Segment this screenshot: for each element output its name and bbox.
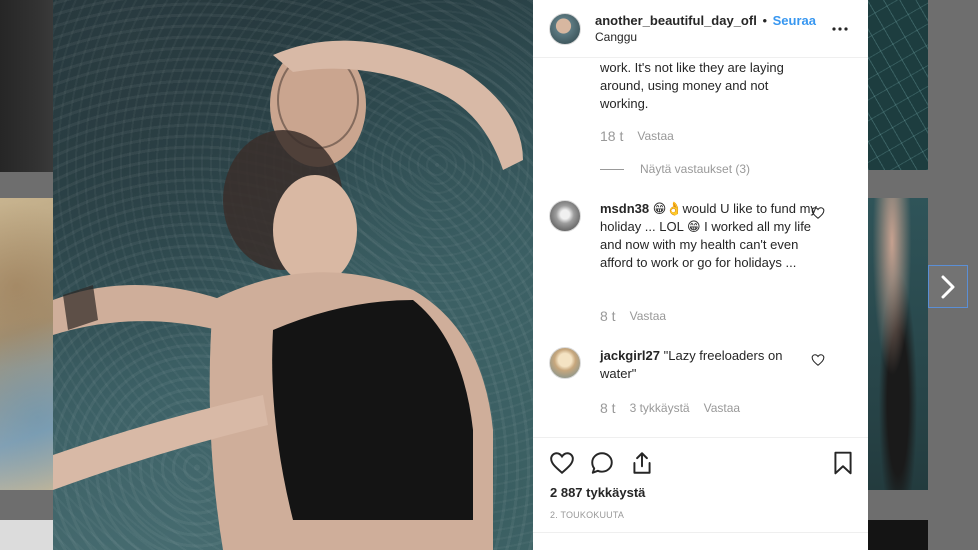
post-photo[interactable] <box>53 0 533 550</box>
commenter-username[interactable]: jackgirl27 <box>600 348 660 363</box>
comment-like-heart-icon[interactable] <box>811 206 825 220</box>
comments-list[interactable]: work. It's not like they are laying arou… <box>533 59 868 437</box>
share-icon[interactable] <box>629 450 655 476</box>
commenter-avatar[interactable] <box>549 347 581 379</box>
next-post-button[interactable] <box>928 265 968 308</box>
reply-button[interactable]: Vastaa <box>704 401 740 415</box>
separator-dot: • <box>762 12 767 28</box>
commenter-username[interactable]: msdn38 <box>600 201 649 216</box>
view-replies-label[interactable]: Näytä vastaukset (3) <box>640 162 750 176</box>
view-replies-line <box>600 168 624 170</box>
reply-button[interactable]: Vastaa <box>637 129 673 143</box>
reply-button[interactable]: Vastaa <box>630 309 666 323</box>
chevron-right-icon <box>941 275 955 298</box>
reply-comment-text: work. It's not like they are laying arou… <box>600 60 784 111</box>
likes-count[interactable]: 2 887 tykkäystä <box>550 485 645 500</box>
comment-time[interactable]: 8 t <box>600 400 616 416</box>
commenter-avatar[interactable] <box>549 200 581 232</box>
comment-time[interactable]: 8 t <box>600 308 616 324</box>
author-username[interactable]: another_beautiful_day_ofl <box>595 13 757 28</box>
post-date[interactable]: 2. TOUKOKUUTA <box>550 510 624 520</box>
post-actions: 2 887 tykkäystä 2. TOUKOKUUTA <box>533 437 868 532</box>
comment-item: jackgirl27 "Lazy freeloaders on water" <box>549 347 852 383</box>
previous-post-thumbnail-bottom <box>0 520 53 550</box>
comment-time[interactable]: 18 t <box>600 128 623 144</box>
post-header: another_beautiful_day_ofl • Seuraa Cangg… <box>533 0 868 58</box>
reply-comment-meta: 18 t Vastaa <box>600 128 674 144</box>
comment-likes-count[interactable]: 3 tykkäystä <box>630 401 690 415</box>
author-avatar[interactable] <box>549 12 581 45</box>
heart-icon[interactable] <box>549 450 575 476</box>
comment-like-heart-icon[interactable] <box>811 353 825 367</box>
author-info: another_beautiful_day_ofl • Seuraa Cangg… <box>595 13 828 45</box>
add-comment-area[interactable] <box>533 532 868 550</box>
comment-meta: 8 t 3 tykkäystä Vastaa <box>600 400 740 416</box>
comment-icon[interactable] <box>589 450 615 476</box>
next-post-thumbnail-top <box>868 0 928 170</box>
view-replies-button[interactable]: Näytä vastaukset (3) <box>600 162 750 176</box>
photo-subjects <box>53 40 523 550</box>
follow-button[interactable]: Seuraa <box>773 13 816 28</box>
previous-post-thumbnail <box>0 198 53 490</box>
next-post-thumbnail <box>868 198 928 490</box>
post-location[interactable]: Canggu <box>595 30 828 45</box>
previous-post-thumbnail-top <box>0 0 53 172</box>
comment-meta: 8 t Vastaa <box>600 308 666 324</box>
comment-item: msdn38 😁👌would U like to fund my holiday… <box>549 200 852 272</box>
bookmark-icon[interactable] <box>830 450 856 476</box>
more-options-icon[interactable] <box>828 17 852 41</box>
post-panel: another_beautiful_day_ofl • Seuraa Cangg… <box>533 0 868 550</box>
next-post-thumbnail-bottom <box>868 520 928 550</box>
